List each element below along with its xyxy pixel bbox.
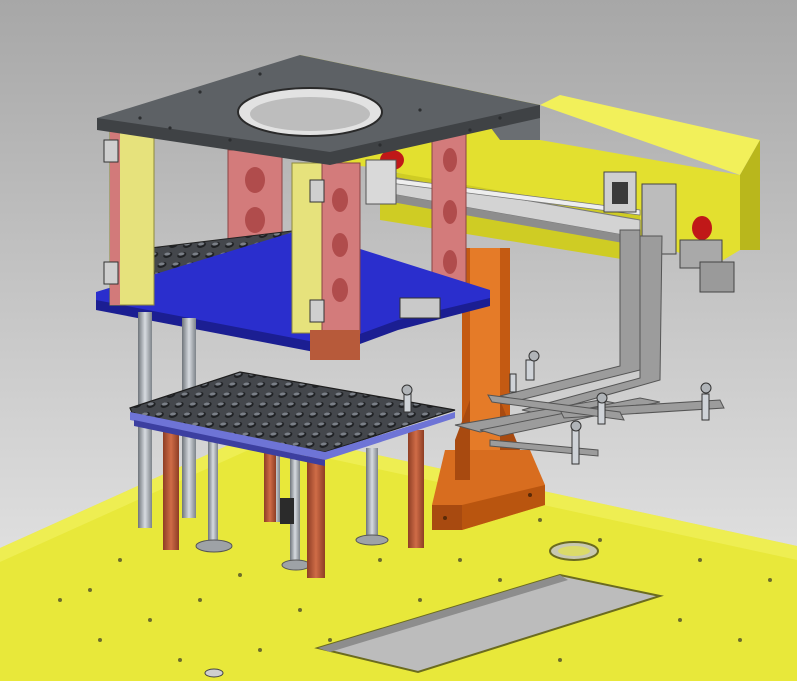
hinge-upper-left: [103, 139, 119, 163]
bearing-block-right: [692, 216, 712, 240]
floor-fitting: [204, 668, 224, 678]
sensor-block: [399, 297, 441, 319]
cad-scene: [0, 0, 797, 681]
pneumatic-cylinder: [280, 498, 294, 524]
fitting-4: [700, 382, 712, 421]
hinge-upper-right: [309, 179, 325, 203]
rod-foot-3: [355, 534, 389, 546]
fitting-5: [570, 420, 582, 465]
hinge-lower-left: [103, 261, 119, 285]
fitting-6: [509, 373, 517, 393]
hinge-lower-right: [309, 299, 325, 323]
fitting-3: [596, 392, 608, 425]
rod-foot-1: [195, 539, 233, 553]
fitting-2: [401, 384, 413, 413]
rod-foot-2: [281, 559, 311, 571]
